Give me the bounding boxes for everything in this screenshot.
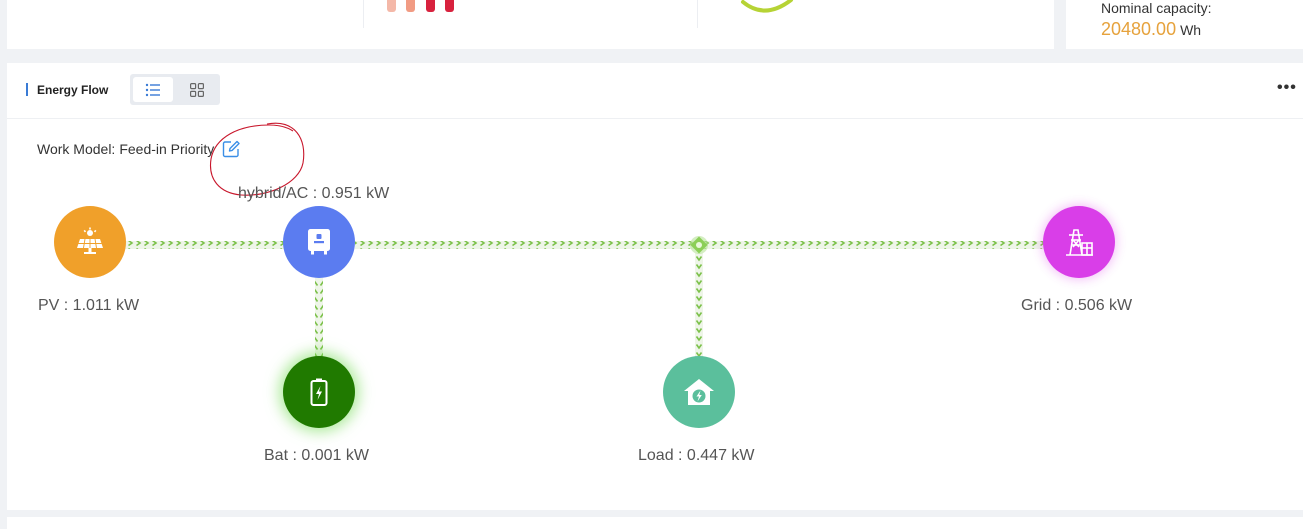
inverter-label: hybrid/AC : 0.951 kW (238, 185, 390, 202)
energy-flow-panel: Energy Flow ••• Work Model: Feed-in Prio… (7, 63, 1303, 510)
chart-bar (387, 0, 396, 12)
flow-junction (690, 236, 708, 254)
grid-node[interactable] (1043, 206, 1115, 278)
gauge-arc (741, 0, 793, 13)
battery-node[interactable] (283, 356, 355, 428)
grid-label: Grid : 0.506 kW (1021, 297, 1133, 314)
load-node[interactable] (663, 356, 735, 428)
inverter-node[interactable] (283, 206, 355, 278)
battery-label: Bat : 0.001 kW (264, 447, 369, 464)
solar-panel-icon (77, 227, 103, 254)
load-label: Load : 0.447 kW (638, 447, 755, 464)
pv-node[interactable] (54, 206, 126, 278)
chart-bar (426, 0, 435, 12)
chart-bar (445, 0, 454, 12)
home-load-icon (684, 379, 714, 405)
summary-card (7, 0, 1054, 49)
chart-bar (406, 0, 415, 12)
battery-icon (310, 378, 328, 406)
flow-lines (125, 236, 1045, 358)
next-panel (7, 517, 1303, 529)
nominal-capacity-value: 20480.00 Wh (1101, 19, 1201, 40)
nominal-capacity-label: Nominal capacity: (1101, 0, 1212, 16)
nominal-capacity-number: 20480.00 (1101, 19, 1177, 39)
card-divider (697, 0, 698, 28)
power-tower-icon (1066, 229, 1093, 256)
nominal-capacity-unit: Wh (1180, 22, 1202, 38)
capacity-card: Nominal capacity: 20480.00 Wh (1066, 0, 1303, 49)
pv-label: PV : 1.011 kW (38, 297, 140, 314)
card-divider (363, 0, 364, 28)
inverter-icon (308, 229, 330, 255)
